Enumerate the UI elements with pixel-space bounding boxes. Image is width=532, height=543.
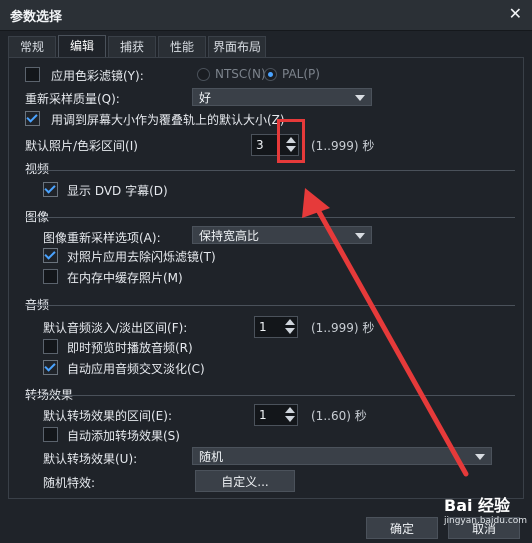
watermark-brand: Bai 经验 — [444, 496, 511, 515]
annotation-arrow-icon — [302, 188, 469, 477]
watermark-url: jingyan.baidu.com — [444, 516, 528, 526]
ok-button[interactable]: 确定 — [366, 517, 438, 539]
watermark: Bai 经验 jingyan.baidu.com — [444, 492, 527, 526]
